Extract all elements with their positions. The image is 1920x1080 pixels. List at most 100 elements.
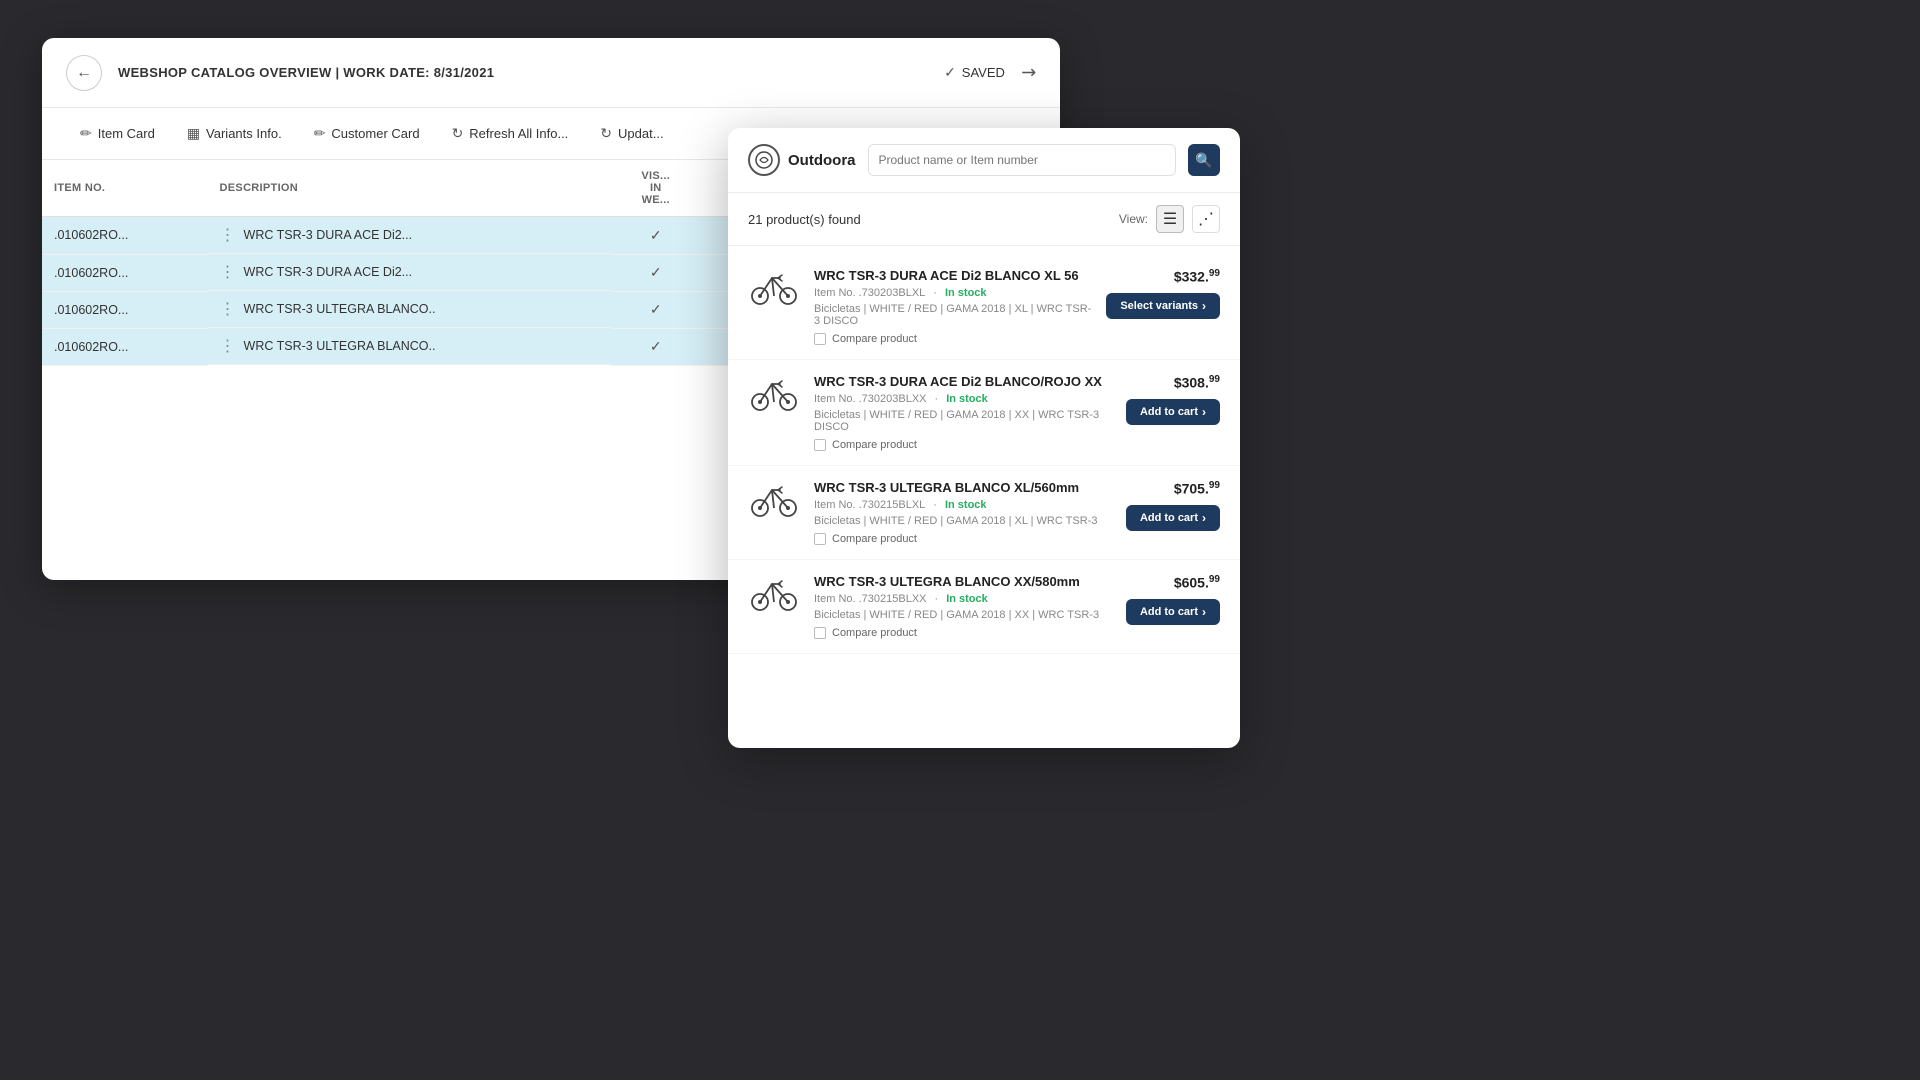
check-icon: ✓ — [944, 64, 956, 81]
view-label: View: — [1119, 212, 1148, 226]
product-price-action: $705.99 Add to cart › — [1126, 480, 1220, 531]
compare-row: Compare product — [814, 333, 1092, 345]
update-icon: ↻ — [600, 125, 612, 142]
saved-badge: ✓ SAVED — [944, 64, 1005, 81]
cell-item-no: .010602RO... — [42, 291, 208, 328]
product-info: WRC TSR-3 DURA ACE Di2 BLANCO/ROJO XX It… — [814, 374, 1112, 451]
product-image — [748, 268, 800, 308]
main-header: ← WEBSHOP CATALOG OVERVIEW | WORK DATE: … — [42, 38, 1060, 108]
saved-label: SAVED — [962, 65, 1005, 80]
product-item: WRC TSR-3 DURA ACE Di2 BLANCO XL 56 Item… — [728, 254, 1240, 360]
product-price: $332.99 — [1174, 268, 1220, 285]
panel-subheader: 21 product(s) found View: ☰ ⋰ — [728, 193, 1240, 246]
product-meta: Item No. .730215BLXL · In stock — [814, 499, 1112, 511]
add-to-cart-button[interactable]: Add to cart › — [1126, 399, 1220, 425]
products-found: 21 product(s) found — [748, 212, 861, 227]
product-image — [748, 574, 800, 614]
update-button[interactable]: ↻ Updat... — [586, 119, 677, 148]
search-icon: 🔍 — [1195, 152, 1212, 169]
product-panel: Outdoora 🔍 21 product(s) found View: ☰ ⋰ — [728, 128, 1240, 748]
compare-row: Compare product — [814, 439, 1112, 451]
cell-visible: ✓ — [611, 254, 700, 291]
brand-logo: Outdoora — [748, 144, 856, 176]
compare-label: Compare product — [832, 533, 917, 545]
arrow-icon: › — [1202, 299, 1206, 313]
compare-checkbox[interactable] — [814, 333, 826, 345]
product-meta: Item No. .730215BLXX · In stock — [814, 593, 1112, 605]
grid-icon: ▦ — [187, 125, 200, 142]
cell-description: ⋮ WRC TSR-3 DURA ACE Di2... — [208, 217, 612, 254]
customer-card-button[interactable]: ✏ Customer Card — [300, 119, 434, 148]
cell-visible: ✓ — [611, 291, 700, 328]
product-list: WRC TSR-3 DURA ACE Di2 BLANCO XL 56 Item… — [728, 246, 1240, 748]
compare-checkbox[interactable] — [814, 533, 826, 545]
visible-check-icon: ✓ — [650, 338, 662, 354]
separator: · — [935, 393, 939, 405]
refresh-all-button[interactable]: ↻ Refresh All Info... — [438, 119, 583, 148]
add-to-cart-button[interactable]: Add to cart › — [1126, 599, 1220, 625]
brand-icon — [748, 144, 780, 176]
add-to-cart-button[interactable]: Add to cart › — [1126, 505, 1220, 531]
stock-status: In stock — [946, 393, 988, 405]
product-price-action: $308.99 Add to cart › — [1126, 374, 1220, 425]
stock-status: In stock — [945, 499, 987, 511]
brand-name: Outdoora — [788, 152, 856, 169]
item-card-button[interactable]: ✏ Item Card — [66, 119, 169, 148]
row-menu-icon[interactable]: ⋮ — [220, 299, 236, 319]
cell-description: ⋮ WRC TSR-3 ULTEGRA BLANCO.. — [208, 328, 612, 365]
product-tags: Bicicletas | WHITE / RED | GAMA 2018 | X… — [814, 609, 1112, 621]
view-controls: View: ☰ ⋰ — [1119, 205, 1220, 233]
product-info: WRC TSR-3 ULTEGRA BLANCO XX/580mm Item N… — [814, 574, 1112, 639]
arrow-icon: › — [1202, 605, 1206, 619]
back-button[interactable]: ← — [66, 55, 102, 91]
compare-label: Compare product — [832, 439, 917, 451]
grid-view-button[interactable]: ⋰ — [1192, 205, 1220, 233]
product-item: WRC TSR-3 DURA ACE Di2 BLANCO/ROJO XX It… — [728, 360, 1240, 466]
compare-checkbox[interactable] — [814, 627, 826, 639]
list-view-button[interactable]: ☰ — [1156, 205, 1184, 233]
visible-check-icon: ✓ — [650, 264, 662, 280]
compare-label: Compare product — [832, 333, 917, 345]
product-meta: Item No. .730203BLXX · In stock — [814, 393, 1112, 405]
product-item: WRC TSR-3 ULTEGRA BLANCO XL/560mm Item N… — [728, 466, 1240, 560]
compare-checkbox[interactable] — [814, 439, 826, 451]
col-description: DESCRIPTION — [208, 160, 612, 217]
item-number: Item No. .730215BLXL — [814, 499, 925, 511]
expand-icon[interactable]: ↗ — [1016, 60, 1042, 86]
panel-header: Outdoora 🔍 — [728, 128, 1240, 193]
product-info: WRC TSR-3 ULTEGRA BLANCO XL/560mm Item N… — [814, 480, 1112, 545]
arrow-icon: › — [1202, 405, 1206, 419]
product-item: WRC TSR-3 ULTEGRA BLANCO XX/580mm Item N… — [728, 560, 1240, 654]
product-name: WRC TSR-3 DURA ACE Di2 BLANCO/ROJO XX — [814, 374, 1112, 389]
panel-search-input[interactable] — [868, 144, 1177, 176]
product-price: $605.99 — [1174, 574, 1220, 591]
select-variants-button[interactable]: Select variants › — [1106, 293, 1220, 319]
product-info: WRC TSR-3 DURA ACE Di2 BLANCO XL 56 Item… — [814, 268, 1092, 345]
cell-item-no: .010602RO... — [42, 217, 208, 255]
row-menu-icon[interactable]: ⋮ — [220, 262, 236, 282]
separator: · — [933, 287, 937, 299]
stock-status: In stock — [946, 593, 988, 605]
cell-visible: ✓ — [611, 217, 700, 255]
variants-info-button[interactable]: ▦ Variants Info. — [173, 119, 296, 148]
row-menu-icon[interactable]: ⋮ — [220, 336, 236, 356]
item-number: Item No. .730215BLXX — [814, 593, 927, 605]
product-image — [748, 480, 800, 520]
col-visible: VIS...INWE... — [611, 160, 700, 217]
product-name: WRC TSR-3 DURA ACE Di2 BLANCO XL 56 — [814, 268, 1092, 283]
stock-status: In stock — [945, 287, 987, 299]
item-number: Item No. .730203BLXL — [814, 287, 925, 299]
refresh-icon: ↻ — [452, 125, 464, 142]
product-tags: Bicicletas | WHITE / RED | GAMA 2018 | X… — [814, 303, 1092, 327]
product-meta: Item No. .730203BLXL · In stock — [814, 287, 1092, 299]
row-menu-icon[interactable]: ⋮ — [220, 225, 236, 245]
panel-search-button[interactable]: 🔍 — [1188, 144, 1220, 176]
cell-item-no: .010602RO... — [42, 254, 208, 291]
cell-description: ⋮ WRC TSR-3 ULTEGRA BLANCO.. — [208, 291, 612, 328]
product-price-action: $332.99 Select variants › — [1106, 268, 1220, 319]
product-tags: Bicicletas | WHITE / RED | GAMA 2018 | X… — [814, 515, 1112, 527]
pencil-icon: ✏ — [80, 125, 92, 142]
product-price: $308.99 — [1174, 374, 1220, 391]
product-name: WRC TSR-3 ULTEGRA BLANCO XL/560mm — [814, 480, 1112, 495]
compare-row: Compare product — [814, 533, 1112, 545]
